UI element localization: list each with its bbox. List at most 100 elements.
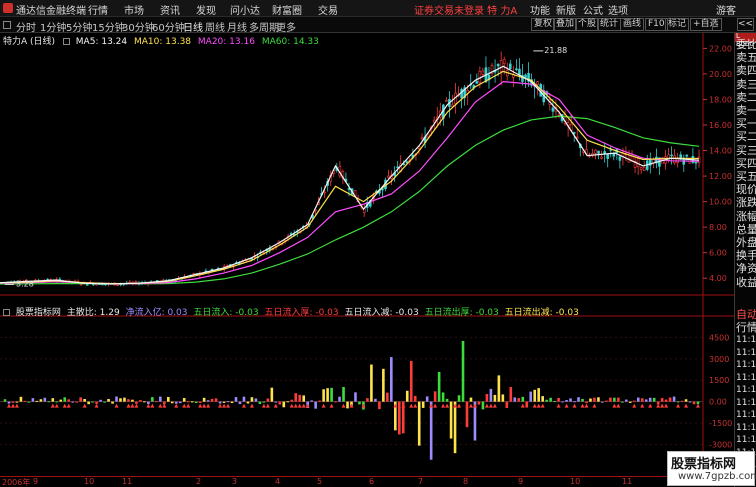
tool-button-0[interactable]: 复权 [531,18,556,31]
tick-time-7: 11:1 [736,422,756,433]
flow-bar-157 [628,401,632,403]
flow-bar-127 [509,387,513,402]
flow-bar-150 [601,401,604,403]
flow-bar-72 [290,399,294,402]
app-logo-icon [3,3,13,13]
candle-body-133 [405,161,409,164]
flow-bar-21 [87,401,90,405]
flow-bar-124 [497,375,501,402]
candle-body-188 [572,132,576,134]
flow-bar-63 [254,398,258,402]
flow-bar-130 [521,396,525,402]
flow-bar-71 [286,401,290,403]
flow-bar-141 [565,400,568,402]
ma10-value: MA10: 13.38 [133,37,192,47]
hide-panel-button[interactable]: << [737,18,754,31]
flow-bar-73 [294,393,298,402]
flow-bar-17 [71,401,75,403]
menu-item-4[interactable]: 问小达 [230,2,260,17]
period-tab-5[interactable]: 60分钟 [152,19,185,34]
tool-button-3[interactable]: 统计 [597,18,622,31]
tick-time-0: 11:1 [736,335,756,345]
flow-bar-111 [445,398,449,402]
tick-time-6: 11:1 [736,410,756,420]
flow-bar-139 [557,397,560,402]
guest-label[interactable]: 游客 [716,2,736,17]
flow-bar-151 [605,400,608,402]
date-label-6: 4 [275,477,281,486]
period-tab-3[interactable]: 15分钟 [92,19,125,34]
flow-bar-20 [83,398,86,402]
flow-bar-14 [59,399,63,402]
top-right-item-2[interactable]: 公式 [583,2,603,17]
flow-bar-43 [174,401,178,404]
period-tab-0[interactable]: 分时 [16,19,36,34]
toggle-panel-button[interactable] [712,18,722,31]
period-tab-8[interactable]: 月线 [227,19,247,34]
flow-bar-162 [648,397,652,402]
flow-bar-16 [67,399,71,402]
tool-button-2[interactable]: 个股 [575,18,600,31]
flow-bar-33 [135,401,138,404]
flow-bar-57 [230,401,234,404]
flow-bar-80 [322,389,325,402]
flow-bar-5 [23,400,27,402]
flow-bar-112 [449,401,453,439]
period-tab-10[interactable]: 更多 [276,19,296,34]
price-tick-label-4: 14.00 [709,147,732,156]
flow-bar-147 [589,398,592,402]
login-status[interactable]: 证券交易未登录 特 力A [414,2,517,17]
period-tab-1[interactable]: 1分钟 [40,19,66,34]
flow-bar-67 [270,387,274,402]
candle-body-228 [694,161,698,164]
menu-item-6[interactable]: 交易 [318,2,338,17]
flow-bar-126 [505,401,509,408]
menu-item-3[interactable]: 发现 [196,2,216,17]
tick-time-8: 11:1 [736,435,756,445]
flow-bar-25 [103,401,106,403]
flow-bar-69 [278,401,282,405]
legend-toggle-icon[interactable] [62,38,70,45]
top-right-item-1[interactable]: 新版 [556,2,576,17]
indicator-menu-icon[interactable] [3,309,10,316]
flow-bar-101 [405,390,409,402]
flow-bar-170 [680,400,684,402]
period-tab-7[interactable]: 周线 [205,19,225,34]
date-label-1: 9 [33,477,39,486]
flow-bar-132 [529,391,533,402]
menu-item-0[interactable]: 行情 [88,2,108,17]
flow-bar-93 [374,398,377,402]
flow-bar-155 [621,401,624,403]
flow-bar-56 [226,401,230,403]
candle-body-167 [508,63,512,69]
candle-body-195 [594,149,597,154]
candle-body-211 [642,166,646,171]
flow-bar-81 [326,388,329,402]
flow-bar-49 [198,401,202,403]
menu-item-5[interactable]: 财富圈 [272,2,302,17]
top-right-item-0[interactable]: 功能 [530,2,550,17]
menu-item-1[interactable]: 市场 [124,2,144,17]
flow-bar-51 [206,400,210,402]
high-annotation: 21.88 [544,46,567,55]
tool-button-4[interactable]: 画线 [620,18,645,31]
period-tab-6[interactable]: 日线 [183,19,203,34]
period-tab-2[interactable]: 5分钟 [66,19,92,34]
period-menu-icon[interactable] [3,21,11,29]
flow-bar-159 [636,397,640,402]
price-tick-label-6: 10.00 [709,198,732,207]
auto-trade-label[interactable]: 自动 [736,308,756,321]
tick-label[interactable]: 行情 [736,321,756,334]
tool-button-6[interactable]: 标记 [665,18,690,31]
candle-body-220 [670,154,673,157]
date-label-11: 9 [518,477,524,486]
tool-button-1[interactable]: 叠加 [553,18,578,31]
period-tab-9[interactable]: 多周期 [249,19,279,34]
menu-item-2[interactable]: 资讯 [160,2,180,17]
period-tab-4[interactable]: 30分钟 [122,19,155,34]
stock-chart[interactable]: 22.00 20.00 18.00 16.00 14.00 12.00 10.00 8.00 6… [0,33,734,476]
flow-bar-6 [27,401,31,403]
quote-label-0: 委比 [736,38,756,51]
top-right-item-3[interactable]: 选项 [608,2,628,17]
flow-bar-2 [11,401,15,403]
